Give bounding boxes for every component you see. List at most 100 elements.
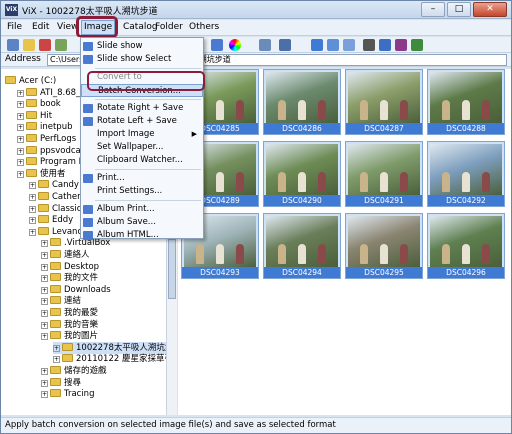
tree-item[interactable]: + PerfLogs [17,133,76,145]
menu-item[interactable]: Print Settings... [81,185,203,198]
menu-item[interactable]: Album HTML... [81,229,203,242]
expand-toggle-icon[interactable]: + [29,194,36,201]
menu-others[interactable]: Others [189,22,219,32]
menu-item[interactable]: Album Print... [81,203,203,216]
expand-toggle-icon[interactable]: + [53,356,60,364]
expand-toggle-icon[interactable]: + [41,252,48,259]
tree-item[interactable]: + Eddy [29,214,73,226]
refresh-icon[interactable] [55,39,67,51]
thumbnail[interactable]: DSC04286 [263,69,341,135]
folder-open-icon[interactable] [23,39,35,51]
tree-item[interactable]: +20110122 慶星家採草莓 [53,353,173,365]
expand-toggle-icon[interactable]: + [17,147,24,155]
expand-toggle-icon[interactable]: + [53,344,60,352]
menu-edit[interactable]: Edit [32,22,49,32]
tree-item[interactable]: + Hit [17,110,52,122]
menu-item[interactable]: Clipboard Watcher... [81,154,203,167]
tree-item[interactable]: + Desktop [41,261,99,273]
expand-toggle-icon[interactable]: + [17,101,24,109]
thumbnail[interactable]: DSC04291 [345,141,423,207]
color-icon[interactable] [229,39,241,51]
tree-item[interactable]: + 我的音樂 [41,319,98,331]
expand-toggle-icon[interactable]: + [29,217,36,225]
person-figure [400,244,408,264]
thumbnail[interactable]: DSC04295 [345,213,423,279]
expand-toggle-icon[interactable]: + [29,205,36,213]
view-icon[interactable] [259,39,271,51]
thumbnail[interactable]: DSC04288 [427,69,505,135]
menu-item[interactable]: Print... [81,172,203,185]
expand-toggle-icon[interactable]: + [41,240,48,248]
expand-toggle-icon[interactable]: + [41,310,48,317]
menu-file[interactable]: File [7,22,22,32]
menu-item[interactable]: Set Wallpaper... [81,141,203,154]
minimize-button[interactable]: – [421,2,445,17]
expand-toggle-icon[interactable]: + [41,263,48,271]
menu-item[interactable]: Slide show [81,40,203,53]
expand-toggle-icon[interactable]: + [41,379,48,387]
tree-item[interactable]: + Candy [29,179,79,191]
expand-toggle-icon[interactable]: + [41,298,48,306]
maximize-button[interactable]: □ [447,2,471,17]
tree-item[interactable]: + inetpub [17,121,73,133]
tree-item[interactable]: +1002278太平吸人溯坑步道 [53,341,176,354]
details-icon[interactable] [279,39,291,51]
zoom-icon[interactable] [211,39,223,51]
folder-icon [26,99,37,108]
menu-item[interactable]: Slide show Select [81,53,203,66]
settings-icon[interactable] [379,39,391,51]
delete-icon[interactable] [39,39,51,51]
expand-toggle-icon[interactable]: + [41,368,48,375]
tree-item[interactable]: + 連結 [41,295,81,307]
tree-item[interactable]: + 搜尋 [41,377,81,389]
tree-item[interactable]: + 儲存的遊戲 [41,365,107,377]
expand-toggle-icon[interactable]: + [41,275,48,283]
person-figure [236,244,244,264]
list-view-icon[interactable] [327,39,339,51]
tree-item[interactable]: + 我的最愛 [41,307,98,319]
person-figure [298,244,306,264]
expand-toggle-icon[interactable]: + [41,321,48,329]
thumbnail[interactable]: DSC04296 [427,213,505,279]
expand-toggle-icon[interactable]: + [41,391,48,399]
expand-toggle-icon[interactable]: + [17,112,24,120]
folder-icon [62,354,73,363]
expand-toggle-icon[interactable]: + [41,286,48,294]
tree-item[interactable]: + Downloads [41,284,111,296]
tree-item[interactable]: + Tracing [41,388,94,400]
tree-scrollbar-thumb[interactable] [168,239,176,299]
thumbnail[interactable]: DSC04290 [263,141,341,207]
menu-folder[interactable]: Folder [155,22,183,32]
expand-toggle-icon[interactable]: + [17,124,24,132]
tree-item[interactable]: + 連絡人 [41,249,90,261]
grid-view-icon[interactable] [343,39,355,51]
tree-item[interactable]: + Levance [29,226,87,238]
tools-icon[interactable] [363,39,375,51]
thumbnail-gallery: DSC04285 DSC04286 DSC04287 DSC04288 DSC04289… [178,69,511,415]
thumbnail[interactable]: DSC04287 [345,69,423,135]
expand-toggle-icon[interactable]: + [29,228,36,236]
tree-item[interactable]: + 使用者 [17,168,66,180]
expand-toggle-icon[interactable]: + [17,89,24,97]
expand-toggle-icon[interactable]: + [17,170,24,178]
export-icon[interactable] [411,39,423,51]
menu-item[interactable]: Album Save... [81,216,203,229]
menu-catalog[interactable]: Catalog [123,22,158,32]
expand-toggle-icon[interactable]: + [41,333,48,341]
tree-item[interactable]: + book [17,98,61,110]
album-icon[interactable] [395,39,407,51]
nav-back-icon[interactable] [7,39,19,51]
menu-item[interactable]: Import Image ▶ [81,128,203,141]
thumbnail[interactable]: DSC04292 [427,141,505,207]
thumbnail[interactable]: DSC04294 [263,213,341,279]
thumbnail-view-icon[interactable] [311,39,323,51]
tree-item[interactable]: + 我的文件 [41,272,98,284]
menu-item[interactable]: Rotate Right + Save [81,102,203,115]
expand-toggle-icon[interactable]: + [29,182,36,190]
tree-item[interactable]: Acer (C:) [5,75,56,87]
close-button[interactable]: ✕ [473,2,507,17]
expand-toggle-icon[interactable]: + [17,159,24,167]
expand-toggle-icon[interactable]: + [17,136,24,143]
tree-item[interactable]: + 我的圖片 [41,330,98,342]
menu-item[interactable]: Rotate Left + Save [81,115,203,128]
